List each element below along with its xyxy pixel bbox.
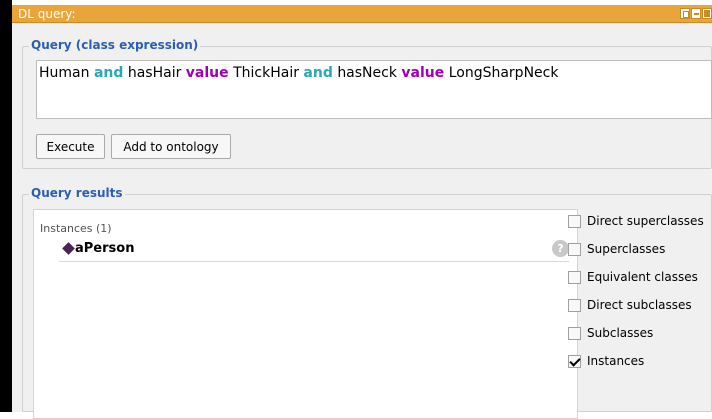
- restore-icon[interactable]: [680, 8, 690, 19]
- query-token-individual: ThickHair: [233, 65, 299, 81]
- instances-label: Instances: [587, 354, 645, 368]
- help-icon[interactable]: ?: [552, 240, 569, 257]
- query-token-individual: LongSharpNeck: [448, 65, 559, 81]
- query-token-keyword-value: value: [401, 65, 445, 81]
- direct-subclasses-label: Direct subclasses: [587, 298, 692, 312]
- query-token-property: hasNeck: [337, 65, 397, 81]
- execute-button[interactable]: Execute: [36, 134, 105, 159]
- superclasses-checkbox[interactable]: [568, 242, 581, 256]
- add-to-ontology-button[interactable]: Add to ontology: [111, 134, 231, 159]
- subclasses-label: Subclasses: [587, 326, 654, 340]
- list-item[interactable]: aPerson ?: [59, 238, 569, 262]
- subclasses-checkbox[interactable]: [568, 326, 581, 340]
- query-input[interactable]: Human and hasHair value ThickHair and ha…: [36, 60, 712, 119]
- query-token-keyword-value: value: [185, 65, 229, 81]
- window-title: DL query:: [18, 7, 76, 21]
- dl-query-window: DL query: Query (class expression) Human…: [0, 0, 712, 419]
- title-bar: DL query:: [12, 5, 712, 23]
- query-legend: Query (class expression): [29, 38, 201, 52]
- results-legend: Query results: [29, 186, 125, 200]
- individual-diamond-icon: [62, 242, 75, 255]
- direct-superclasses-checkbox[interactable]: [568, 214, 581, 228]
- instances-header: Instances (1): [40, 222, 112, 235]
- maximize-icon[interactable]: [702, 8, 712, 19]
- window-controls: [680, 8, 712, 19]
- direct-subclasses-checkbox[interactable]: [568, 298, 581, 312]
- direct-superclasses-label: Direct superclasses: [587, 214, 704, 228]
- option-superclasses[interactable]: Superclasses: [568, 240, 665, 258]
- equivalent-classes-label: Equivalent classes: [587, 270, 698, 284]
- superclasses-label: Superclasses: [587, 242, 666, 256]
- instance-name: aPerson: [75, 241, 135, 256]
- option-direct-superclasses[interactable]: Direct superclasses: [568, 212, 704, 230]
- option-equivalent-classes[interactable]: Equivalent classes: [568, 268, 698, 286]
- query-token-property: hasHair: [127, 65, 182, 81]
- option-direct-subclasses[interactable]: Direct subclasses: [568, 296, 692, 314]
- query-expression-text[interactable]: Human and hasHair value ThickHair and ha…: [39, 65, 558, 81]
- option-instances[interactable]: Instances: [568, 352, 644, 370]
- results-list[interactable]: Instances (1) aPerson ?: [33, 209, 578, 419]
- query-token-keyword-and: and: [93, 65, 124, 81]
- query-token-class: Human: [39, 65, 90, 81]
- left-edge-border: [0, 0, 12, 412]
- minimize-icon[interactable]: [691, 8, 701, 19]
- query-token-keyword-and: and: [303, 65, 333, 81]
- instances-checkbox[interactable]: [568, 354, 581, 368]
- option-subclasses[interactable]: Subclasses: [568, 324, 653, 342]
- equivalent-classes-checkbox[interactable]: [568, 270, 581, 284]
